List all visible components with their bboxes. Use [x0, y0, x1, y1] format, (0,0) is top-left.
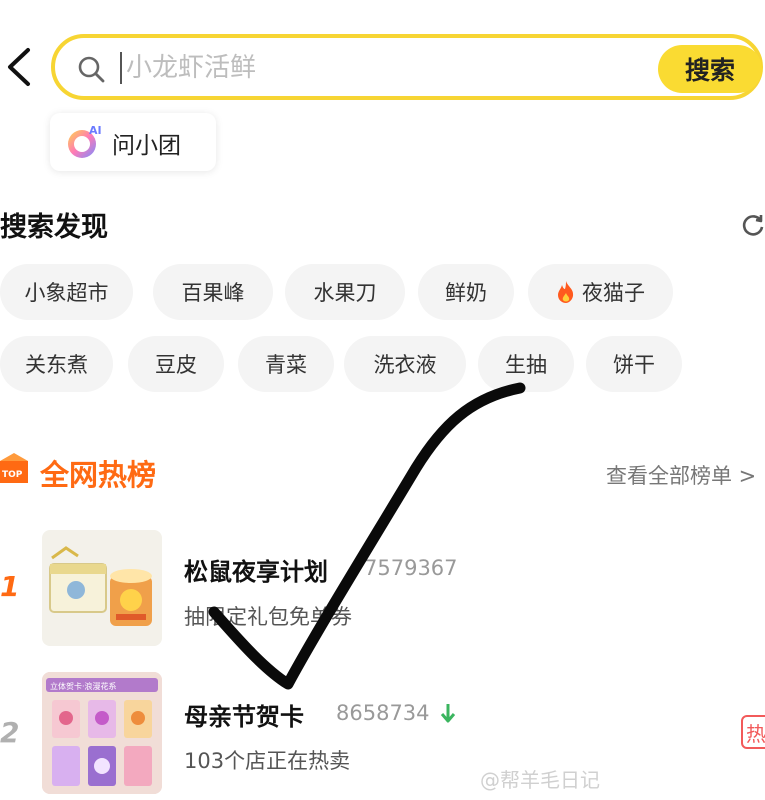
refresh-icon[interactable] — [740, 212, 765, 238]
chip-label: 水果刀 — [313, 281, 377, 305]
item-subtitle: 103个店正在热卖 — [184, 749, 351, 773]
discover-chip[interactable]: 小象超市 — [0, 264, 133, 320]
text-caret — [120, 52, 122, 84]
view-all-rankings-link[interactable]: 查看全部榜单 > — [606, 460, 756, 490]
item-heat-count: 7579367 — [364, 556, 458, 580]
item-title[interactable]: 松鼠夜享计划 — [184, 552, 328, 587]
chip-label: 豆皮 — [155, 353, 197, 377]
product-image: 立体贺卡·浪漫花系 — [42, 672, 162, 794]
discover-chip[interactable]: 生抽 — [478, 336, 574, 392]
chip-label: 夜猫子 — [582, 281, 645, 305]
discover-chip[interactable]: 豆皮 — [128, 336, 224, 392]
item-subtitle: 抽限定礼包免单券 — [184, 605, 352, 629]
item-heat-count: 8658734 — [336, 701, 430, 725]
discover-chip[interactable]: 青菜 — [238, 336, 334, 392]
chip-label: 青菜 — [265, 353, 307, 377]
hot-tag-badge: 热 — [741, 715, 765, 749]
rank-number: 1 — [0, 570, 20, 603]
discover-chip[interactable]: 百果峰 — [153, 264, 273, 320]
fire-icon — [558, 281, 574, 303]
chip-label: 生抽 — [505, 353, 547, 377]
watermark: @帮羊毛日记 — [480, 768, 600, 792]
svg-text:AI: AI — [89, 124, 102, 137]
product-image — [49, 546, 152, 626]
ai-assistant-icon: AI — [68, 124, 102, 158]
back-arrow-icon — [8, 48, 30, 86]
chip-label: 百果峰 — [181, 281, 245, 305]
search-discover-title: 搜索发现 — [0, 212, 108, 243]
back-button[interactable] — [2, 44, 38, 90]
chip-label: 饼干 — [613, 353, 655, 377]
ai-assistant-label: 问小团 — [112, 133, 181, 159]
rank-number: 2 — [0, 716, 20, 749]
chip-label: 洗衣液 — [373, 353, 437, 377]
top-badge-icon: TOP — [0, 453, 28, 483]
hot-tag-label: 热 — [746, 721, 765, 746]
search-input[interactable] — [126, 46, 646, 90]
discover-chip[interactable]: 鲜奶 — [418, 264, 514, 320]
svg-text:立体贺卡·浪漫花系: 立体贺卡·浪漫花系 — [50, 681, 117, 691]
item-title[interactable]: 母亲节贺卡 — [184, 697, 304, 732]
svg-text:TOP: TOP — [2, 470, 23, 480]
item-thumbnail[interactable]: 立体贺卡·浪漫花系 — [42, 672, 162, 794]
discover-chip[interactable]: 洗衣液 — [344, 336, 466, 392]
chip-label: 小象超市 — [24, 281, 109, 305]
hot-list-title: 全网热榜 — [40, 458, 157, 492]
search-button[interactable]: 搜索 — [658, 45, 762, 93]
discover-chip[interactable]: 水果刀 — [285, 264, 405, 320]
chip-label: 鲜奶 — [445, 281, 487, 305]
trend-down-icon — [440, 704, 456, 723]
search-icon — [78, 56, 105, 83]
discover-chip[interactable]: 夜猫子 — [528, 264, 673, 320]
discover-chip[interactable]: 关东煮 — [0, 336, 113, 392]
chip-label: 关东煮 — [25, 353, 88, 377]
discover-chip[interactable]: 饼干 — [586, 336, 682, 392]
item-thumbnail[interactable] — [42, 530, 162, 646]
